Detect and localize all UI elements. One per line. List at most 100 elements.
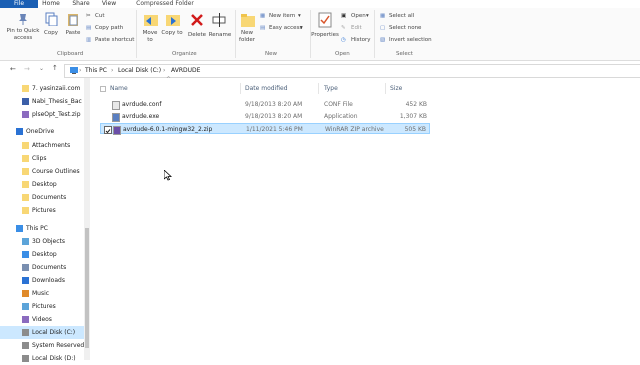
computer-icon: [70, 67, 78, 74]
file-row[interactable]: avrdude.exe 9/18/2013 8:20 AM Application 1…: [100, 111, 430, 122]
file-date: 9/18/2013 8:20 AM: [245, 113, 303, 120]
breadcrumb-avrdude[interactable]: AVRDUDE: [171, 67, 200, 74]
nav-scrollbar[interactable]: [84, 78, 90, 360]
mouse-cursor-icon: [164, 170, 172, 181]
nav-item-label: 7. yasinzaii.com: [32, 85, 81, 92]
ribbon: Pin to Quick access Copy Paste ✂ Cut ▤ C…: [0, 8, 640, 61]
nav-item[interactable]: Desktop: [0, 178, 84, 191]
copy-to-button[interactable]: Copy to: [161, 30, 183, 37]
folder-icon: [22, 142, 29, 149]
select-none-button[interactable]: Select none: [389, 25, 421, 31]
nav-scrollbar-thumb[interactable]: [85, 228, 89, 348]
column-header-type[interactable]: Type: [324, 82, 338, 95]
delete-button[interactable]: Delete: [186, 32, 208, 39]
nav-item[interactable]: plseOpt_Test.zip: [0, 108, 84, 121]
breadcrumb-this-pc[interactable]: This PC: [85, 67, 107, 74]
nav-item-label: Local Disk (C:): [32, 329, 76, 336]
column-divider[interactable]: [318, 83, 319, 94]
cloud-icon: [16, 128, 23, 135]
properties-button[interactable]: Properties: [311, 32, 339, 39]
cut-button[interactable]: Cut: [95, 13, 104, 19]
nav-item[interactable]: Videos: [0, 313, 84, 326]
row-checkbox[interactable]: [104, 126, 112, 134]
new-folder-button[interactable]: New folder: [236, 30, 258, 43]
back-arrow-icon[interactable]: ←: [10, 65, 16, 73]
recent-locations-icon[interactable]: ⌄: [39, 65, 44, 72]
history-button[interactable]: History: [351, 37, 371, 43]
nav-item[interactable]: Pictures: [0, 300, 84, 313]
tab-home[interactable]: Home: [40, 0, 62, 8]
nav-item[interactable]: 7. yasinzaii.com: [0, 82, 84, 95]
tab-share[interactable]: Share: [70, 0, 92, 8]
nav-item[interactable]: Documents: [0, 191, 84, 204]
select-all-button[interactable]: Select all: [389, 13, 414, 19]
column-header-size[interactable]: Size: [390, 82, 402, 95]
pin-quick-access-button[interactable]: Pin to Quick access: [4, 28, 42, 41]
file-name: avrdude.exe: [122, 113, 160, 120]
file-icon: [22, 98, 29, 105]
nav-item[interactable]: Clips: [0, 152, 84, 165]
nav-item[interactable]: Local Disk (C:): [0, 326, 84, 339]
invert-selection-button[interactable]: Invert selection: [389, 37, 432, 43]
nav-item-label: Attachments: [32, 142, 71, 149]
nav-item-label: This PC: [26, 225, 48, 232]
breadcrumb-separator-icon: ›: [79, 67, 82, 74]
nav-item[interactable]: OneDrive: [0, 125, 84, 138]
file-size: 452 KB: [405, 101, 427, 108]
edit-button[interactable]: Edit: [351, 25, 362, 31]
easy-access-button[interactable]: Easy access: [269, 25, 302, 31]
invert-selection-icon: ▧: [380, 37, 386, 43]
nav-item[interactable]: 3D Objects: [0, 235, 84, 248]
move-to-icon: [144, 15, 158, 26]
chevron-down-icon: ▾: [300, 25, 303, 31]
select-none-icon: ▢: [380, 25, 386, 31]
nav-item[interactable]: Desktop: [0, 248, 84, 261]
paste-button[interactable]: Paste: [62, 30, 84, 37]
copy-path-button[interactable]: Copy path: [95, 25, 123, 31]
nav-item-label: Music: [32, 290, 50, 297]
copy-button[interactable]: Copy: [40, 30, 62, 37]
nav-item[interactable]: Course Outlines: [0, 165, 84, 178]
ribbon-separator: [136, 10, 137, 58]
tab-file[interactable]: File: [0, 0, 38, 8]
up-arrow-icon[interactable]: ↑: [52, 64, 58, 72]
nav-item[interactable]: Pictures: [0, 204, 84, 217]
file-row[interactable]: avrdude.conf 9/18/2013 8:20 AM CONF File 45…: [100, 99, 430, 110]
exe-file-icon: [112, 113, 120, 122]
folder-icon: [22, 207, 29, 214]
drive-icon: [22, 355, 29, 362]
clipboard-group-label: Clipboard: [57, 51, 84, 57]
ribbon-tabs: File Home Share View Compressed Folder T…: [0, 0, 640, 15]
column-header-name[interactable]: Name: [110, 82, 128, 95]
forward-arrow-icon[interactable]: →: [24, 65, 30, 73]
tab-view[interactable]: View: [98, 0, 120, 8]
nav-item[interactable]: Documents: [0, 261, 84, 274]
nav-item[interactable]: Nabi_Thesis_Bac: [0, 95, 84, 108]
file-type: WinRAR ZIP archive: [325, 126, 384, 133]
open-button[interactable]: Open: [351, 13, 366, 19]
new-item-button[interactable]: New item: [269, 13, 295, 19]
address-bar[interactable]: › This PC › Local Disk (C:) › AVRDUDE: [64, 64, 640, 78]
file-name: avrdude-6.0.1-mingw32_2.zip: [123, 126, 213, 133]
navigation-pane: 7. yasinzaii.com Nabi_Thesis_Bac plseOpt_T…: [0, 78, 90, 362]
documents-icon: [22, 264, 29, 271]
move-to-button[interactable]: Move to: [139, 30, 161, 43]
paste-shortcut-button[interactable]: Paste shortcut: [95, 37, 134, 43]
nav-item[interactable]: This PC: [0, 222, 84, 235]
rename-button[interactable]: Rename: [207, 32, 233, 39]
tab-compressed-folder-tools[interactable]: Compressed Folder Tools: [128, 0, 202, 15]
file-row[interactable]: avrdude-6.0.1-mingw32_2.zip 1/11/2021 5:4…: [100, 123, 430, 135]
nav-item[interactable]: System Reserved: [0, 339, 84, 352]
column-header-date[interactable]: Date modified: [245, 82, 288, 95]
nav-item[interactable]: Local Disk (D:): [0, 352, 84, 365]
column-divider[interactable]: [385, 83, 386, 94]
breadcrumb-local-disk[interactable]: Local Disk (C:): [118, 67, 161, 74]
nav-item-label: plseOpt_Test.zip: [32, 111, 81, 118]
select-all-checkbox[interactable]: [100, 86, 106, 92]
nav-item[interactable]: Music: [0, 287, 84, 300]
folder-icon: [22, 155, 29, 162]
nav-item[interactable]: Attachments: [0, 139, 84, 152]
nav-item[interactable]: Downloads: [0, 274, 84, 287]
column-divider[interactable]: [240, 83, 241, 94]
zip-file-icon: [113, 126, 121, 135]
